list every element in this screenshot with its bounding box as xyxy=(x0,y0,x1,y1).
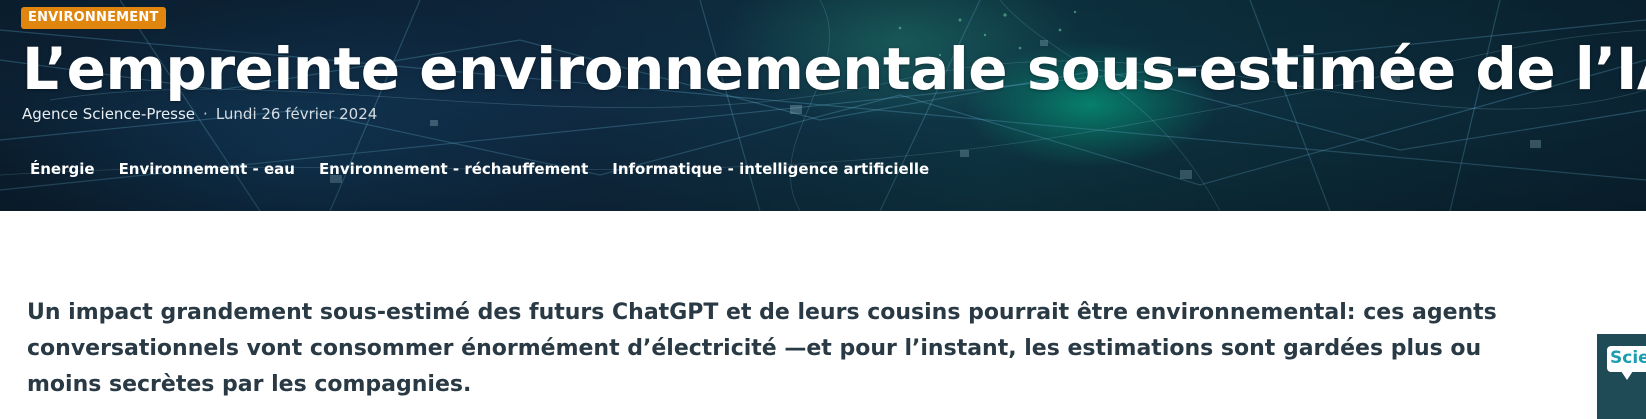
article-lead: Un impact grandement sous-estimé des fut… xyxy=(27,300,1497,397)
page-title: L’empreinte environnementale sous-estimé… xyxy=(22,35,1646,103)
byline: Agence Science-Presse · Lundi 26 février 2… xyxy=(22,104,377,124)
tag-informatique-ia[interactable]: Informatique - intelligence artificielle xyxy=(604,158,937,180)
author-name[interactable]: Agence Science-Presse xyxy=(22,105,195,123)
tag-environnement-rechauffement[interactable]: Environnement - réchauffement xyxy=(311,158,596,180)
category-badge[interactable]: ENVIRONNEMENT xyxy=(21,7,166,29)
hero-banner: ENVIRONNEMENT L’empreinte environnementa… xyxy=(0,0,1646,211)
widget-label: Scie xyxy=(1610,348,1646,368)
tag-environnement-eau[interactable]: Environnement - eau xyxy=(111,158,303,180)
tag-list: Énergie Environnement - eau Environnemen… xyxy=(22,158,945,180)
publish-date: Lundi 26 février 2024 xyxy=(215,105,378,123)
science-presse-widget[interactable]: Scie xyxy=(1597,334,1646,419)
byline-separator: · xyxy=(203,105,208,123)
tag-energie[interactable]: Énergie xyxy=(22,158,103,180)
